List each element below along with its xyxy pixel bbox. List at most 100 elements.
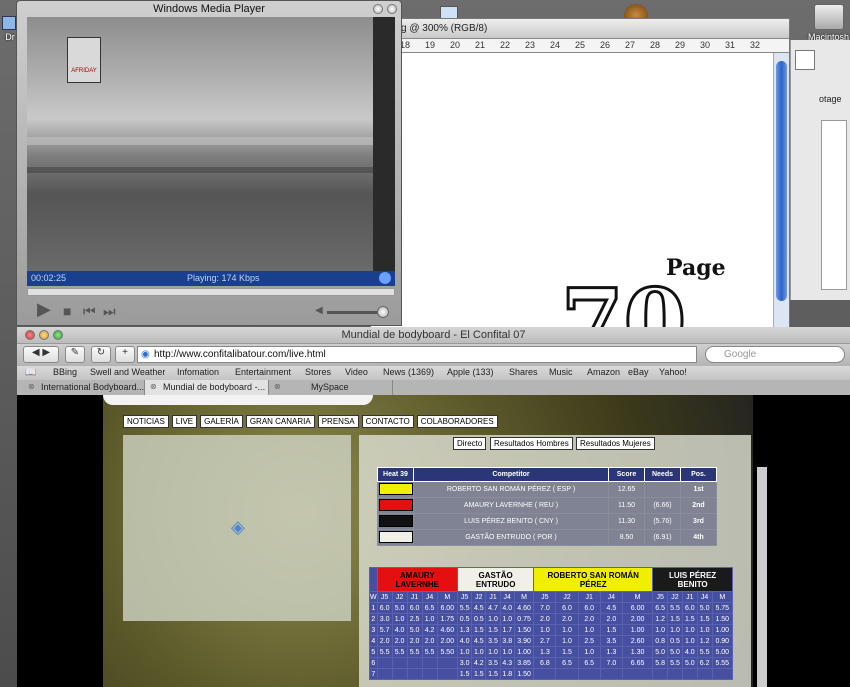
minimize-button[interactable] <box>373 4 383 14</box>
tab-myspace[interactable]: ⊗ MySpace <box>269 380 393 395</box>
seek-bar[interactable] <box>27 288 395 296</box>
ruler-tick: 28 <box>650 40 661 50</box>
bookmark-item[interactable]: Amazon <box>587 367 620 377</box>
nav-noticias[interactable]: NOTICIAS <box>123 415 169 428</box>
score-cell <box>696 668 713 680</box>
previous-icon[interactable]: ⏮ <box>83 303 96 320</box>
scroll-thumb[interactable] <box>776 61 787 301</box>
score-cell: 0.90 <box>711 635 734 647</box>
score-cell: 5.75 <box>711 602 734 614</box>
score-row: 5 5.5 5.5 5.5 5.5 5.50 1.0 1.0 1.0 1.0 1.00 1.3 1.5 1… <box>369 646 734 658</box>
score-cell: 6.0 <box>681 602 698 614</box>
close-tab-icon[interactable]: ⊗ <box>28 382 35 391</box>
nav-gran-canaria[interactable]: GRAN CANARIA <box>245 415 315 428</box>
bookmark-item[interactable]: Music <box>549 367 573 377</box>
score-cell: 1.0 <box>681 624 698 636</box>
bookmark-item[interactable]: News (1369) <box>383 367 434 377</box>
stop-icon[interactable]: ■ <box>63 303 71 319</box>
competitor-cell: AMAURY LAVERNHE ( REU ) <box>413 497 609 514</box>
address-field[interactable]: ◉ http://www.confitalibatour.com/live.ht… <box>137 346 697 363</box>
edit-icon[interactable]: ✎ <box>65 346 85 363</box>
minimize-button[interactable] <box>39 330 49 340</box>
hard-drive-icon[interactable]: Macintosh HD <box>808 4 850 42</box>
scoring-panel: Directo Resultados Hombres Resultados Mu… <box>359 435 751 687</box>
score-header-cell: J1 <box>485 591 501 603</box>
score-cell: 7 <box>369 668 378 680</box>
close-button[interactable] <box>25 330 35 340</box>
score-cell <box>555 668 579 680</box>
score-cell: 2.00 <box>436 635 459 647</box>
palette-thumb[interactable] <box>795 50 815 70</box>
bookmark-item[interactable]: Yahoo! <box>659 367 687 377</box>
bookmark-item[interactable]: Apple (133) <box>447 367 494 377</box>
score-cell: 4.5 <box>471 602 487 614</box>
score-row: 4 2.0 2.0 2.0 2.0 2.00 4.0 4.5 3.5 3.8 3.90 2.7 1.0 2… <box>369 635 734 647</box>
resultados-mujeres-button[interactable]: Resultados Mujeres <box>576 437 655 450</box>
search-field[interactable]: Google <box>705 346 845 363</box>
score-cell: 5.5 <box>421 646 438 658</box>
score-cell: 8.50 <box>608 529 645 546</box>
nav-colaboradores[interactable]: COLABORADORES <box>416 415 498 428</box>
play-icon[interactable]: ▶ <box>37 299 51 320</box>
score-header-cell: J1 <box>577 591 601 603</box>
bookmark-item[interactable]: Shares <box>509 367 538 377</box>
score-cell: 6 <box>369 657 378 669</box>
score-cell: 1.0 <box>696 624 713 636</box>
bookmark-item[interactable]: Entertainment <box>235 367 291 377</box>
score-cell: 2.0 <box>376 635 393 647</box>
video-frame[interactable]: AFRIDAY <box>27 17 395 271</box>
bookmark-item[interactable]: Infomation <box>177 367 219 377</box>
windows-logo-icon <box>379 272 391 284</box>
score-cell <box>406 668 423 680</box>
score-cell: 4.60 <box>513 602 535 614</box>
pos-cell: 3rd <box>680 513 717 530</box>
page-scrollbar[interactable] <box>757 467 767 687</box>
tab-international-bodyboard[interactable]: ⊗ International Bodyboard... <box>23 380 145 395</box>
bookmark-item[interactable]: Video <box>345 367 368 377</box>
nav-contacto[interactable]: CONTACTO <box>361 415 414 428</box>
surfer-name-cell: AMAURY LAVERNHE <box>376 567 459 592</box>
elapsed-time: 00:02:25 <box>31 273 67 283</box>
tab-label: International Bodyboard... <box>41 382 145 392</box>
nav-galeria[interactable]: GALERÍA <box>200 415 243 428</box>
score-cell: 4.0 <box>457 635 473 647</box>
palette-panel <box>821 120 847 290</box>
zoom-button[interactable] <box>53 330 63 340</box>
score-cell: 1.3 <box>457 624 473 636</box>
needs-cell: (6.91) <box>644 529 681 546</box>
back-forward-button[interactable]: ◀ ▶ <box>23 346 59 363</box>
score-cell: 1.0 <box>499 646 515 658</box>
score-cell: 3.85 <box>513 657 535 669</box>
next-icon[interactable]: ⏭ <box>103 303 116 320</box>
score-cell: 1.5 <box>485 668 501 680</box>
bookmark-item[interactable]: Stores <box>305 367 331 377</box>
plugin-cube-icon[interactable]: ◈ <box>231 517 245 538</box>
score-header-cell: J5 <box>376 591 393 603</box>
close-tab-icon[interactable]: ⊗ <box>274 382 281 391</box>
bookmark-item[interactable]: Swell and Weather <box>90 367 165 377</box>
score-corner <box>369 567 378 592</box>
color-swatch <box>378 482 413 495</box>
resultados-hombres-button[interactable]: Resultados Hombres <box>490 437 573 450</box>
bookmarks-book-icon[interactable]: 📖 <box>25 367 36 378</box>
nav-prensa[interactable]: PRENSA <box>317 415 359 428</box>
add-bookmark-icon[interactable]: + <box>115 346 135 363</box>
document-scrollbar[interactable] <box>773 53 789 339</box>
reload-icon[interactable]: ↻ <box>91 346 111 363</box>
heat-color-cell <box>377 529 414 546</box>
bookmark-item[interactable]: eBay <box>628 367 649 377</box>
web-page: NOTICIAS LIVE GALERÍA GRAN CANARIA PRENSA CON… <box>17 395 850 687</box>
score-cell: 1.0 <box>555 635 579 647</box>
bookmark-item[interactable]: BBing <box>53 367 77 377</box>
close-tab-icon[interactable]: ⊗ <box>150 382 157 391</box>
score-cell <box>577 668 601 680</box>
nav-live[interactable]: LIVE <box>171 415 198 428</box>
score-cell: 6.0 <box>577 602 601 614</box>
score-cell: 1.2 <box>652 613 669 625</box>
tab-mundial[interactable]: ⊗ Mundial de bodyboard -... <box>145 380 269 395</box>
volume-knob[interactable] <box>377 306 389 318</box>
directo-button[interactable]: Directo <box>453 437 487 450</box>
score-cell: 4.2 <box>421 624 438 636</box>
score-cell: 6.5 <box>555 657 579 669</box>
zoom-button[interactable] <box>387 4 397 14</box>
